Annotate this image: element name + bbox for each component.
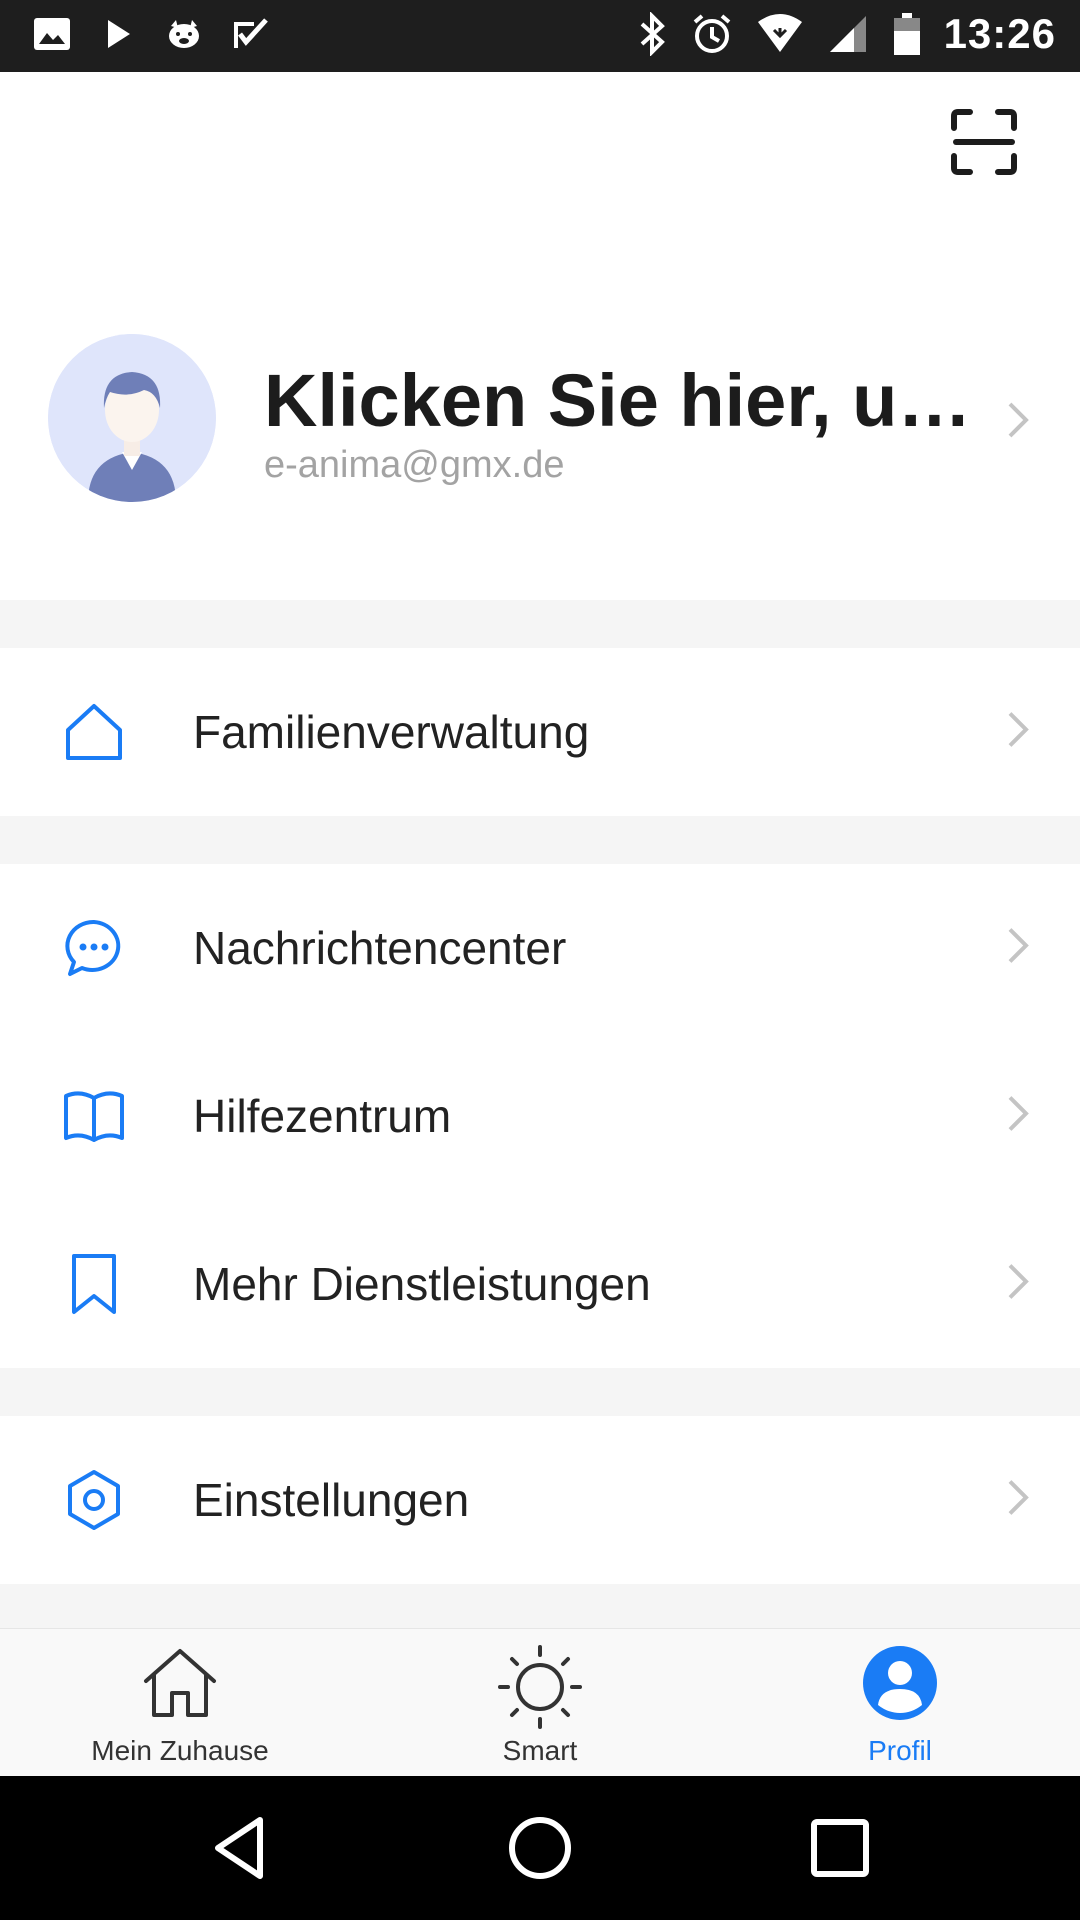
- menu-item-label: Nachrichtencenter: [193, 922, 567, 974]
- bookmark-icon: [62, 1252, 126, 1316]
- menu-item-label: Hilfezentrum: [193, 1090, 452, 1142]
- checkmark-app-icon: [230, 14, 270, 54]
- menu-item-messages[interactable]: Nachrichtencenter: [0, 864, 1080, 1032]
- system-nav-bar: [0, 1776, 1080, 1920]
- home-circle-icon: [504, 1817, 576, 1888]
- bottom-nav: Mein Zuhause Smart Profil: [0, 1628, 1080, 1777]
- profile-row[interactable]: Klicken Sie hier, um... e-anima@gmx.de: [0, 334, 1080, 514]
- menu-item-services[interactable]: Mehr Dienstleistungen: [0, 1200, 1080, 1368]
- profile-icon: [862, 1645, 938, 1726]
- profile-email: e-anima@gmx.de: [264, 444, 565, 486]
- menu-group-family: Familienverwaltung: [0, 648, 1080, 816]
- menu-item-label: Mehr Dienstleistungen: [193, 1258, 651, 1310]
- menu-item-help[interactable]: Hilfezentrum: [0, 1032, 1080, 1200]
- nav-home-label: Mein Zuhause: [91, 1735, 269, 1766]
- nav-profile[interactable]: Profil: [750, 1629, 1050, 1777]
- book-icon: [62, 1084, 126, 1148]
- nav-profile-label: Profil: [868, 1735, 932, 1766]
- bluetooth-icon: [636, 12, 668, 56]
- image-icon: [32, 14, 72, 54]
- menu-group-settings: Einstellungen: [0, 1416, 1080, 1584]
- back-triangle-icon: [204, 1817, 276, 1888]
- pig-app-icon: [164, 14, 204, 54]
- alarm-icon: [690, 12, 734, 56]
- menu-item-label: Familienverwaltung: [193, 706, 590, 758]
- menu-item-settings[interactable]: Einstellungen: [0, 1416, 1080, 1584]
- battery-icon: [892, 11, 922, 57]
- menu-item-label: Einstellungen: [193, 1474, 470, 1526]
- chat-bubble-icon: [62, 916, 126, 980]
- nav-smart[interactable]: Smart: [390, 1629, 690, 1777]
- menu-group-support: Nachrichtencenter Hilfezentrum Mehr Dien…: [0, 864, 1080, 1368]
- chevron-right-icon: [1006, 1094, 1030, 1139]
- home-icon: [140, 1645, 220, 1726]
- chevron-right-icon: [1006, 926, 1030, 971]
- home-button[interactable]: [504, 1812, 576, 1884]
- signal-icon: [826, 12, 870, 56]
- sun-icon: [498, 1645, 582, 1734]
- status-bar: 13:26: [0, 0, 1080, 72]
- back-button[interactable]: [204, 1812, 276, 1884]
- profile-header: Klicken Sie hier, um... e-anima@gmx.de: [0, 72, 1080, 600]
- wifi-icon: [756, 12, 804, 56]
- play-store-icon: [98, 14, 138, 54]
- settings-icon: [62, 1468, 126, 1532]
- status-time: 13:26: [943, 10, 1056, 57]
- menu-item-family[interactable]: Familienverwaltung: [0, 648, 1080, 816]
- chevron-right-icon: [1006, 1262, 1030, 1307]
- nav-smart-label: Smart: [502, 1735, 578, 1766]
- chevron-right-icon: [1006, 1478, 1030, 1523]
- scan-button[interactable]: [950, 108, 1018, 176]
- home-icon: [62, 700, 126, 764]
- nav-home[interactable]: Mein Zuhause: [30, 1629, 330, 1777]
- avatar[interactable]: [48, 334, 216, 502]
- recents-button[interactable]: [804, 1812, 876, 1884]
- scan-icon: [950, 109, 1018, 180]
- chevron-right-icon: [1006, 400, 1030, 445]
- profile-name[interactable]: Klicken Sie hier, um...: [264, 358, 1010, 443]
- recents-square-icon: [804, 1819, 876, 1888]
- chevron-right-icon: [1006, 710, 1030, 755]
